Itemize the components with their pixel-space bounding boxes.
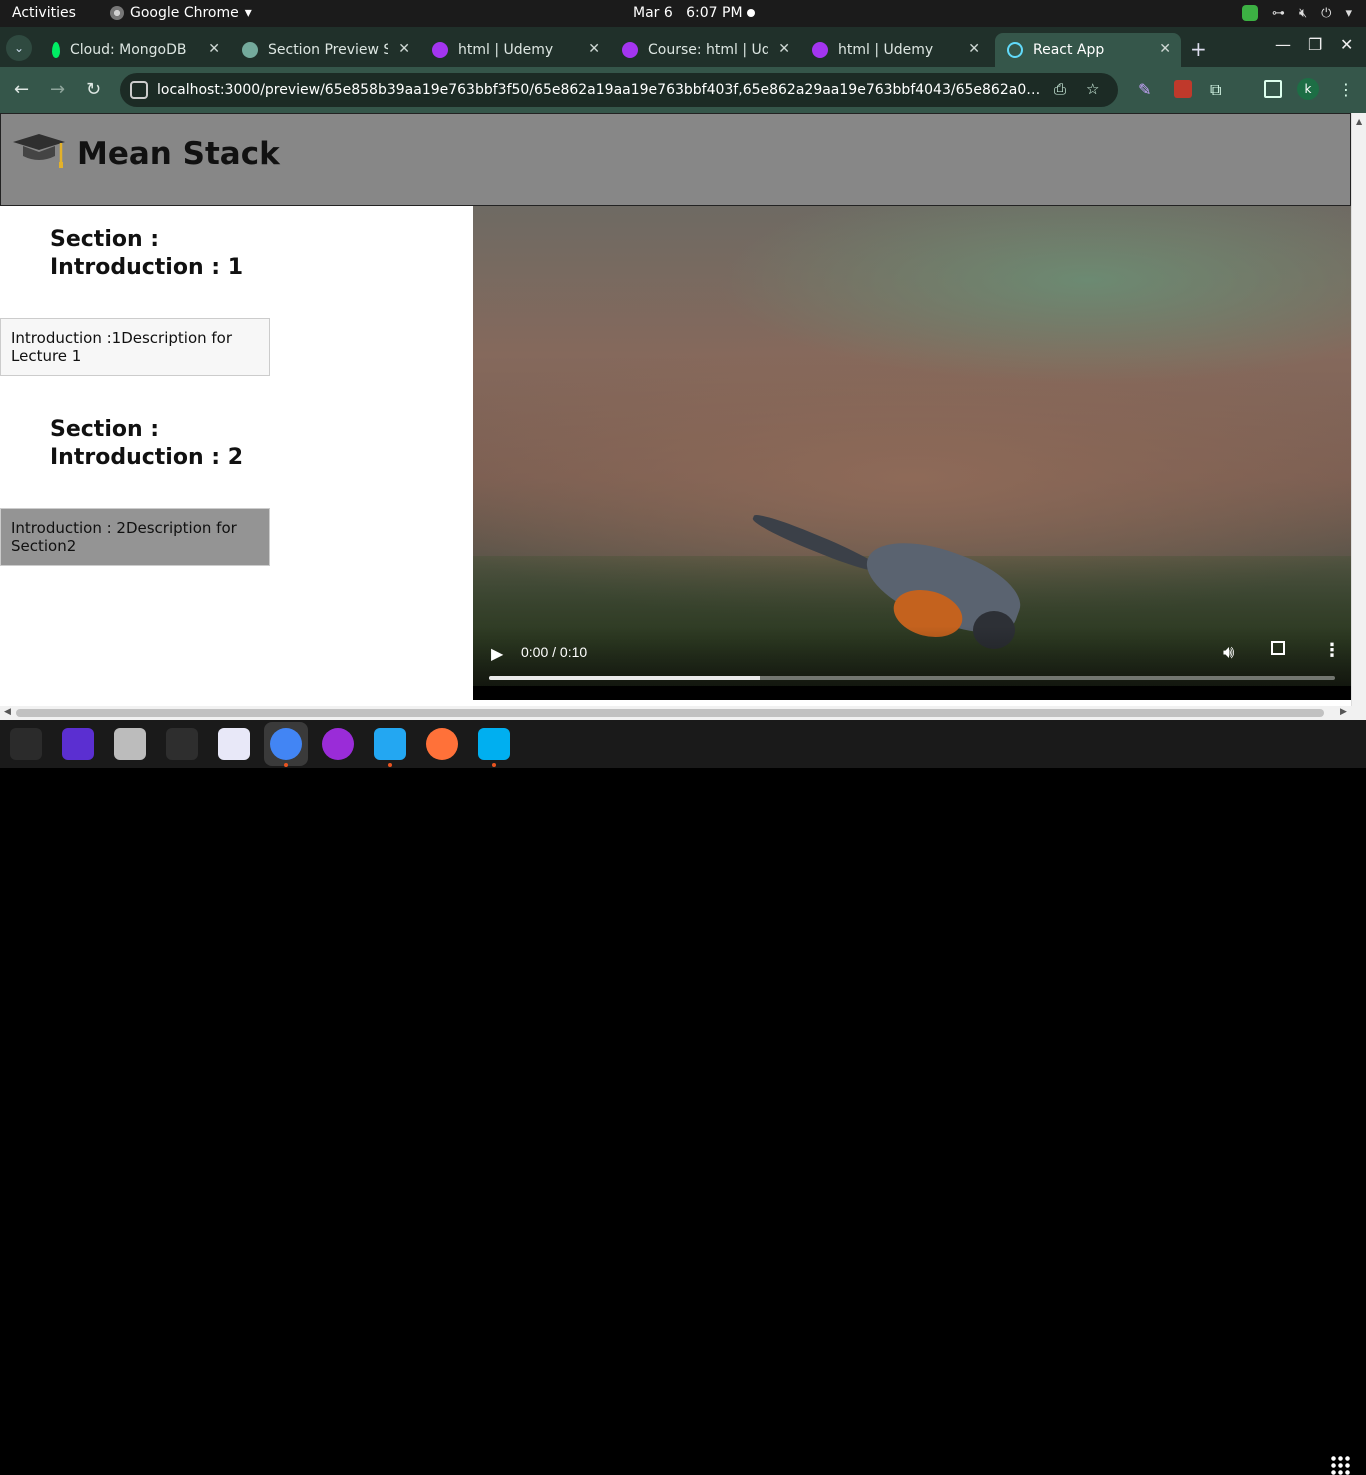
clock[interactable]: Mar 6 6:07 PM — [633, 5, 743, 21]
url-text[interactable]: localhost:3000/preview/65e858b39aa19e763… — [157, 82, 1047, 98]
udemy-icon — [432, 42, 448, 58]
udemy-icon — [622, 42, 638, 58]
fullscreen-icon[interactable] — [1271, 641, 1285, 655]
volume-icon[interactable]: 🔊︎ — [1223, 642, 1234, 663]
lecture-item[interactable]: Introduction :1Description for Lecture 1 — [0, 318, 270, 376]
chrome-app-icon — [110, 6, 124, 20]
skype-icon[interactable] — [478, 728, 510, 760]
page-viewport: Mean Stack Section : Introduction : 1 In… — [0, 113, 1351, 706]
close-icon[interactable]: ✕ — [208, 41, 220, 57]
video-more-options-icon[interactable]: ⋮ — [1323, 640, 1341, 661]
tab-react-app[interactable]: React App ✕ — [995, 33, 1181, 67]
side-panel-icon[interactable] — [1264, 80, 1282, 98]
system-top-bar: Activities Google Chrome ▾ Mar 6 6:07 PM… — [0, 0, 1366, 27]
show-apps-grid-icon[interactable] — [1330, 1455, 1350, 1475]
site-header: Mean Stack — [0, 113, 1351, 206]
security-shield-icon[interactable] — [1241, 5, 1258, 21]
close-icon[interactable]: ✕ — [588, 41, 600, 57]
clock-date: Mar 6 — [633, 5, 673, 21]
address-bar[interactable]: localhost:3000/preview/65e858b39aa19e763… — [120, 73, 1118, 107]
udemy-icon — [812, 42, 828, 58]
video-buffered-bar — [489, 676, 760, 680]
network-icon[interactable]: ⊶ — [1272, 6, 1285, 21]
taskbar-dock — [0, 720, 1366, 1475]
kebab-menu-icon[interactable]: ⋮ — [1338, 80, 1356, 99]
reload-icon[interactable]: ↻ — [86, 79, 101, 100]
tab-label: html | Udemy — [838, 42, 934, 58]
tab-label: Cloud: MongoDB — [70, 42, 187, 58]
chevron-down-icon[interactable]: ▾ — [1345, 6, 1352, 21]
volume-muted-icon[interactable]: 🔇︎ — [1299, 6, 1307, 21]
play-icon[interactable]: ▶ — [491, 644, 503, 663]
close-icon[interactable]: ✕ — [1159, 41, 1171, 57]
extensions-puzzle-icon[interactable]: ⧉ — [1210, 80, 1228, 99]
tab-html-udemy-1[interactable]: html | Udemy ✕ — [420, 33, 610, 67]
running-indicator-icon — [284, 763, 288, 767]
app-menu[interactable]: Google Chrome ▾ — [110, 5, 252, 21]
power-icon[interactable]: ⏻ — [1321, 6, 1331, 21]
running-indicator-icon — [388, 763, 392, 767]
new-tab-button[interactable]: + — [1190, 37, 1207, 61]
browser-toolbar: ← → ↻ localhost:3000/preview/65e858b39aa… — [0, 67, 1366, 113]
close-window-icon[interactable]: ✕ — [1340, 35, 1353, 54]
tab-mongodb[interactable]: Cloud: MongoDB ✕ — [40, 33, 230, 67]
tab-label: html | Udemy — [458, 42, 554, 58]
section-heading: Section : Introduction : 1 — [50, 227, 244, 280]
scroll-right-arrow-icon[interactable]: ▶ — [1340, 707, 1347, 717]
close-icon[interactable]: ✕ — [778, 41, 790, 57]
extension-red-icon[interactable] — [1174, 80, 1192, 98]
close-icon[interactable]: ✕ — [398, 41, 410, 57]
tab-label: Course: html | Ud — [648, 42, 768, 58]
section-heading: Section : Introduction : 2 — [50, 417, 244, 470]
video-player[interactable]: ▶ 0:00 / 0:10 🔊︎ ⋮ — [473, 206, 1351, 700]
profile-avatar[interactable]: k — [1297, 78, 1319, 100]
openai-icon — [242, 42, 258, 58]
bookmark-star-icon[interactable]: ☆ — [1086, 80, 1099, 98]
terminal-icon[interactable] — [166, 728, 198, 760]
system-tray[interactable]: ⊶ 🔇︎ ⏻ ▾ — [1241, 5, 1352, 21]
scroll-left-arrow-icon[interactable]: ◀ — [4, 707, 11, 717]
video-progress-bar[interactable] — [489, 676, 1335, 680]
react-icon — [1007, 42, 1023, 58]
restore-icon[interactable]: ❐ — [1308, 35, 1322, 54]
vertical-scrollbar[interactable]: ▲ — [1351, 113, 1366, 706]
running-indicator-icon — [492, 763, 496, 767]
lecture-item-selected[interactable]: Introduction : 2Description for Section2 — [0, 508, 270, 566]
horizontal-scroll-thumb[interactable] — [16, 709, 1324, 717]
tab-search-button[interactable]: ⌄ — [6, 35, 32, 61]
chrome-icon[interactable] — [270, 728, 302, 760]
close-icon[interactable]: ✕ — [968, 41, 980, 57]
vscode-icon[interactable] — [374, 728, 406, 760]
extension-feather-icon[interactable]: ✎ — [1138, 80, 1156, 99]
screen-recorder-icon[interactable] — [62, 728, 94, 760]
horizontal-scrollbar[interactable]: ◀ ▶ — [0, 706, 1366, 720]
tab-label: React App — [1033, 42, 1105, 58]
tab-strip: ⌄ Cloud: MongoDB ✕ Section Preview S ✕ h… — [0, 27, 1366, 67]
notification-dot-icon — [747, 9, 755, 17]
tab-label: Section Preview S — [268, 42, 388, 58]
install-app-icon[interactable]: ⎙ — [1054, 80, 1066, 98]
tab-course-html-udemy[interactable]: Course: html | Ud ✕ — [610, 33, 800, 67]
clock-time: 6:07 PM — [686, 5, 743, 21]
forward-arrow-icon[interactable]: → — [50, 79, 65, 100]
video-letterbox — [473, 686, 1351, 700]
activities-button[interactable]: Activities — [12, 5, 76, 21]
video-time: 0:00 / 0:10 — [521, 644, 588, 660]
firefox-dev-icon[interactable] — [322, 728, 354, 760]
site-info-icon[interactable] — [130, 81, 148, 99]
system-monitor-icon[interactable] — [10, 728, 42, 760]
graduation-cap-icon — [13, 134, 65, 168]
app-menu-label: Google Chrome — [130, 5, 239, 21]
tab-section-preview[interactable]: Section Preview S ✕ — [230, 33, 420, 67]
site-title: Mean Stack — [77, 136, 280, 172]
mongodb-leaf-icon — [52, 42, 60, 58]
firefox-icon[interactable] — [426, 728, 458, 760]
text-editor-icon[interactable] — [218, 728, 250, 760]
tab-html-udemy-2[interactable]: html | Udemy ✕ — [800, 33, 990, 67]
scroll-up-arrow-icon[interactable]: ▲ — [1356, 117, 1362, 126]
files-icon[interactable] — [114, 728, 146, 760]
back-arrow-icon[interactable]: ← — [14, 79, 29, 100]
minimize-icon[interactable]: — — [1275, 35, 1291, 54]
chevron-down-icon: ▾ — [244, 5, 252, 21]
